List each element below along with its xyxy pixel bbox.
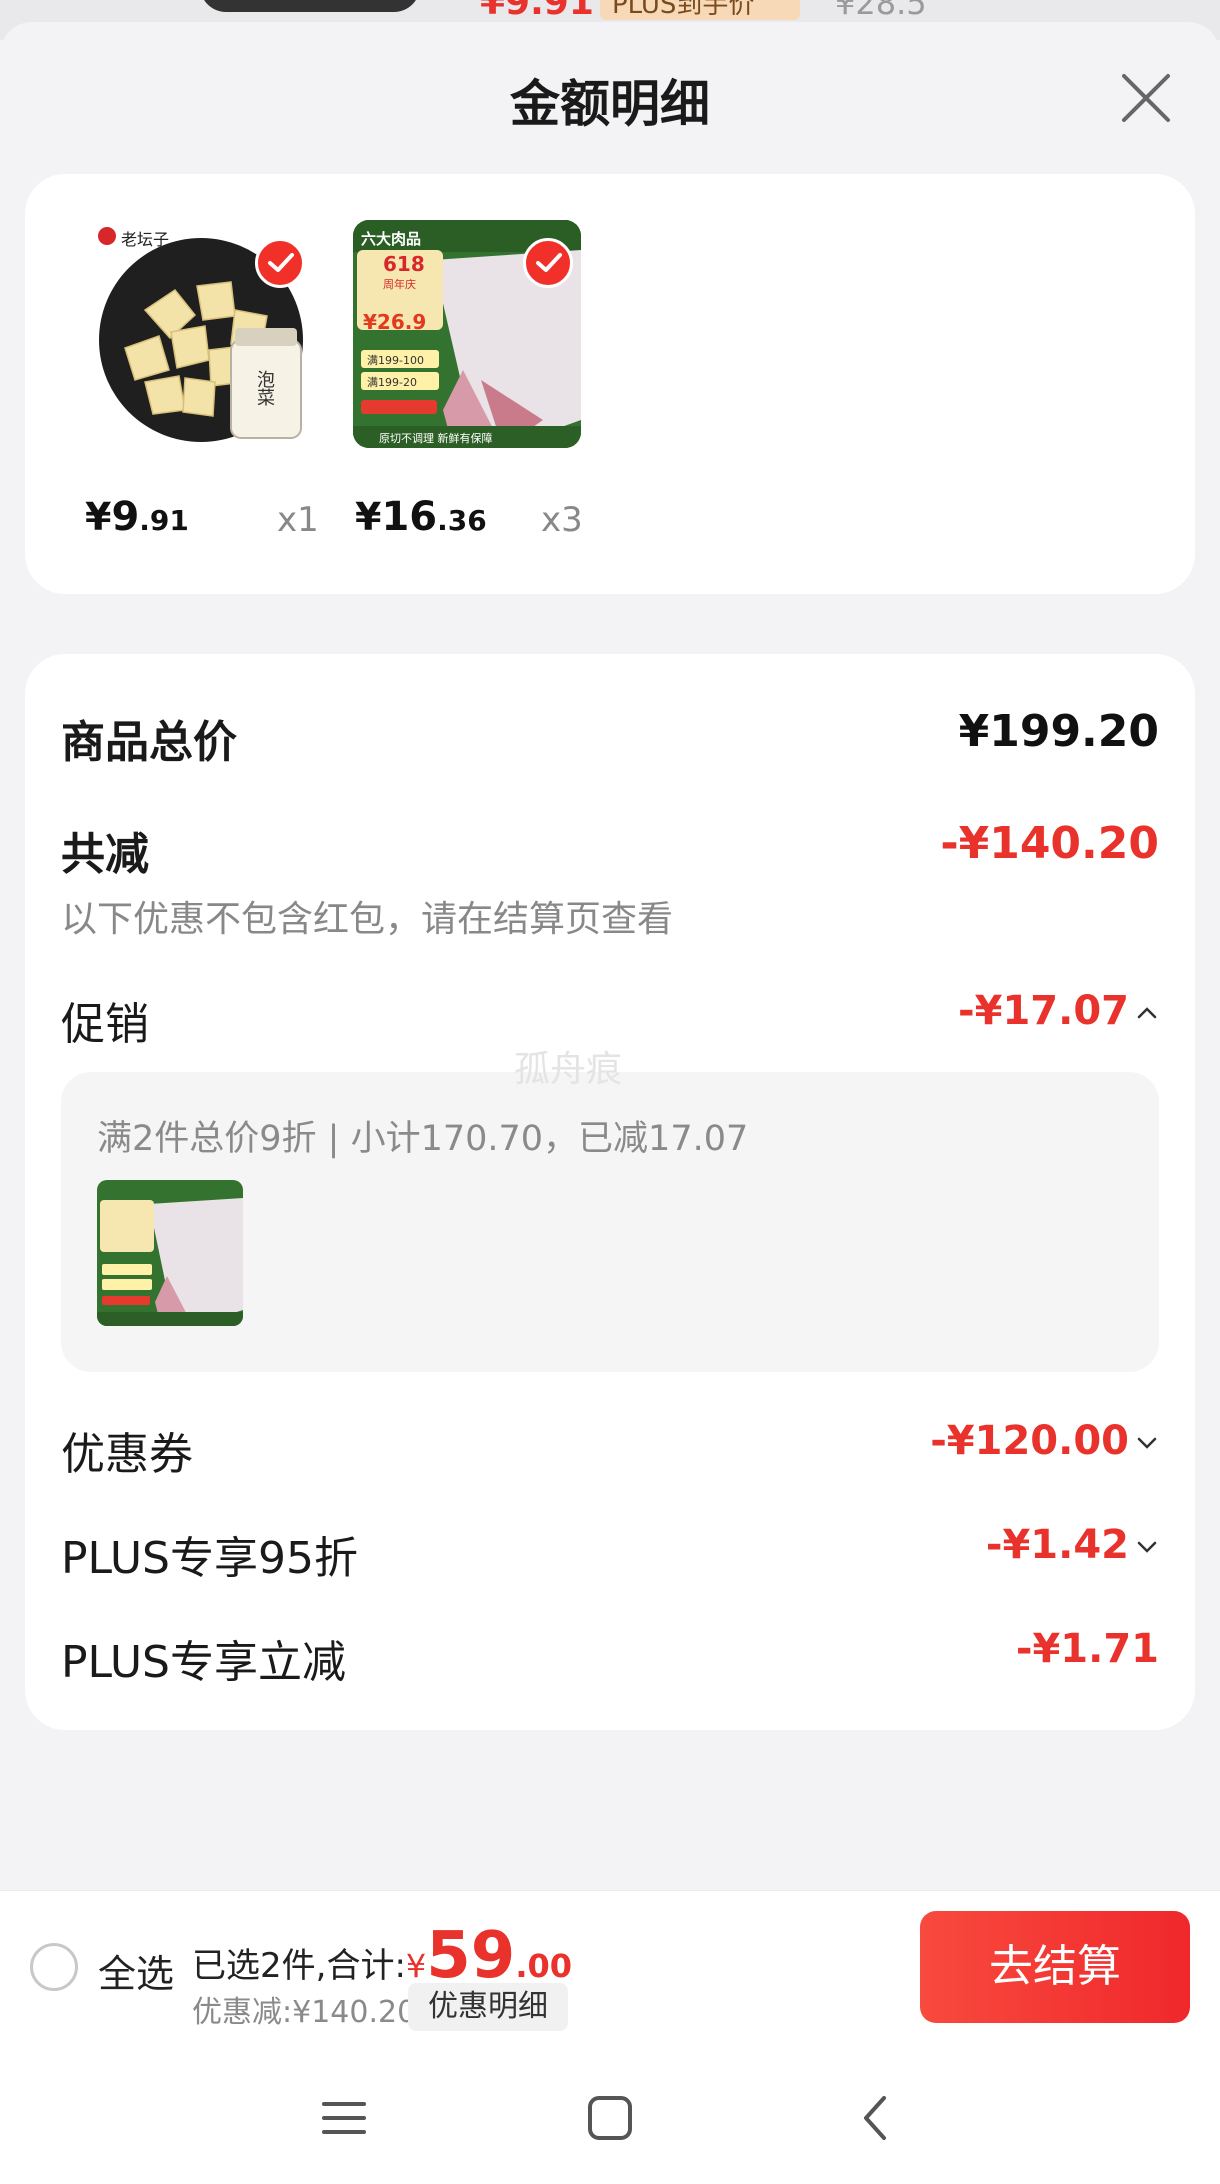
chevron-down-icon [1137, 1541, 1157, 1553]
product-price: ¥9.91 [85, 494, 189, 540]
back-button[interactable] [846, 2088, 906, 2148]
background-product-image [200, 0, 420, 12]
product-item[interactable]: 六大肉品 618 周年庆 ¥26.9 满199-100 满199-20 原切不调… [353, 220, 581, 448]
background-old-price: ¥28.5 [835, 0, 927, 22]
total-reduction-value: -¥140.20 [940, 818, 1159, 869]
promotion-description: 满2件总价9折 | 小计170.70，已减17.07 [97, 1119, 749, 1159]
sheet-title: 金额明细 [510, 75, 710, 133]
plus-reduction-value: -¥1.71 [1015, 1626, 1159, 1672]
plus-95-discount-value: -¥1.42 [985, 1522, 1129, 1568]
close-icon [1122, 74, 1170, 122]
product-price: ¥16.36 [355, 494, 487, 540]
background-plus-tag: PLUS到手价 [600, 0, 800, 20]
promo-tag: 满199-20 [367, 376, 417, 389]
checked-icon [523, 238, 573, 288]
select-all-label[interactable]: 全选 [98, 1943, 174, 1998]
image-footer-text: 原切不调理 新鲜有保障 [379, 432, 493, 445]
plus-reduction-label: PLUS专享立减 [61, 1637, 346, 1688]
back-icon [864, 2096, 886, 2140]
total-price-label: 商品总价 [61, 717, 237, 768]
checkout-bar: 全选 已选2件,合计:¥59.00 优惠减:¥140.20 优惠明细 去结算 [0, 1890, 1220, 2040]
chevron-up-icon [1137, 1007, 1157, 1019]
product-thumbnail[interactable]: 六大肉品 618 周年庆 ¥26.9 满199-100 满199-20 原切不调… [353, 220, 581, 448]
jar-label: 泡菜 [254, 370, 275, 406]
coupon-row[interactable]: 优惠券 -¥120.00 [61, 1418, 1159, 1482]
coupon-label: 优惠券 [61, 1429, 193, 1480]
anniversary-badge: 618 [383, 252, 425, 276]
brand-label: 老坛子 [121, 230, 170, 249]
home-button[interactable] [580, 2088, 640, 2148]
amount-breakdown-card: 商品总价 ¥199.20 共减 -¥140.20 以下优惠不包含红包，请在结算页… [25, 654, 1195, 1730]
discount-detail-button[interactable]: 优惠明细 [408, 1983, 568, 2031]
promo-tag: 满199-100 [367, 354, 424, 367]
meat-product-image [97, 1180, 243, 1326]
product-quantity: x3 [541, 500, 583, 540]
total-reduction-row: 共减 -¥140.20 [61, 818, 1159, 882]
watermark: 孤舟痕 [514, 1049, 623, 1090]
discount-summary: 优惠减:¥140.20 [192, 1995, 417, 2030]
coupon-value: -¥120.00 [930, 1418, 1129, 1464]
plus-95-discount-row[interactable]: PLUS专享95折 -¥1.42 [61, 1522, 1159, 1586]
total-price-value: ¥199.20 [958, 706, 1159, 757]
promo-price-label: ¥26.9 [363, 310, 427, 334]
home-icon [588, 2096, 632, 2140]
total-price-row: 商品总价 ¥199.20 [61, 706, 1159, 770]
total-reduction-label: 共减 [61, 829, 149, 880]
checked-icon [255, 238, 305, 288]
amount-detail-sheet: 金额明细 老坛子 泡菜 ¥9.91 x1 六大肉品 618 周年庆 ¥26.9 … [0, 22, 1220, 2184]
system-navigation-bar [0, 2040, 1220, 2184]
product-quantity: x1 [277, 500, 319, 540]
menu-button[interactable] [314, 2088, 374, 2148]
anniversary-badge-sub: 周年庆 [383, 278, 416, 291]
total-amount: 59 [426, 1919, 516, 1993]
menu-icon [322, 2102, 366, 2134]
plus-reduction-row: PLUS专享立减 -¥1.71 [61, 1626, 1159, 1690]
product-item[interactable]: 老坛子 泡菜 [85, 220, 313, 448]
promotion-detail-box: 满2件总价9折 | 小计170.70，已减17.07 [61, 1072, 1159, 1372]
selected-count-text: 已选2件,合计: [192, 1946, 406, 1986]
close-button[interactable] [1116, 68, 1176, 128]
promotion-product-thumbnail[interactable] [97, 1180, 243, 1326]
product-thumbnail[interactable]: 老坛子 泡菜 [85, 220, 313, 448]
background-price: ¥9.91 [480, 0, 594, 23]
promotion-value: -¥17.07 [958, 988, 1129, 1034]
reduction-note: 以下优惠不包含红包，请在结算页查看 [61, 899, 674, 940]
chevron-down-icon [1137, 1437, 1157, 1449]
selected-total: 已选2件,合计:¥59.00 [192, 1919, 573, 1993]
select-all-radio[interactable] [30, 1943, 78, 1991]
promotion-label: 促销 [61, 999, 149, 1050]
banner-text: 六大肉品 [361, 230, 422, 248]
checkout-button[interactable]: 去结算 [920, 1911, 1190, 2023]
selected-products-card: 老坛子 泡菜 ¥9.91 x1 六大肉品 618 周年庆 ¥26.9 满199-… [25, 174, 1195, 594]
plus-95-discount-label: PLUS专享95折 [61, 1533, 358, 1584]
